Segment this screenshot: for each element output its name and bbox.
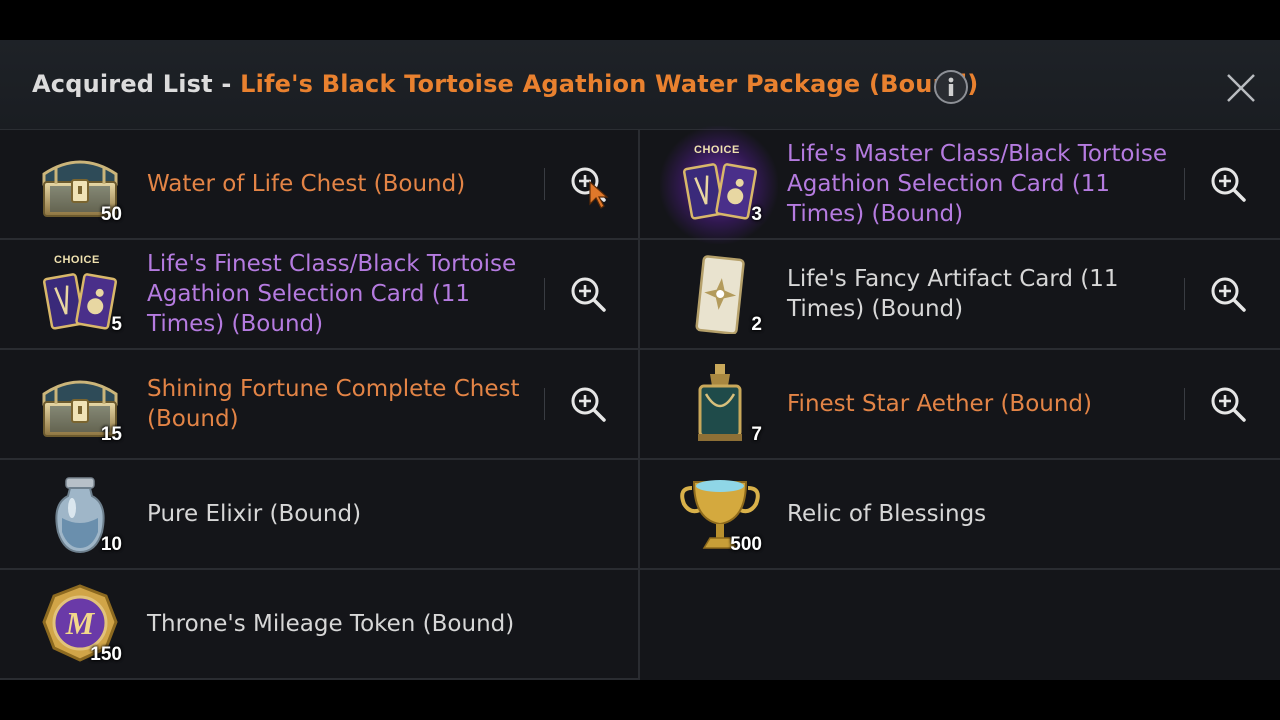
item-quantity: 15 bbox=[100, 424, 122, 445]
artifact-card-icon: 2 bbox=[676, 254, 764, 335]
list-item[interactable]: CHOICE 3 Life's Master Class/Black Tortois… bbox=[640, 126, 1280, 244]
package-name: Life's Black Tortoise Agathion Water Pac… bbox=[240, 70, 979, 98]
item-name: Relic of Blessings bbox=[787, 501, 987, 527]
item-grid: 50 Water of Life Chest (Bound) CHOICE 3 Lif… bbox=[0, 126, 1280, 680]
zoom-in-icon[interactable] bbox=[568, 274, 608, 314]
list-item[interactable]: CHOICE 5 Life's Finest Class/Black Tortois… bbox=[0, 240, 638, 350]
choice-badge: CHOICE bbox=[694, 144, 740, 156]
item-name: Life's Master Class/Black Tortoise Agathi… bbox=[787, 141, 1168, 227]
item-quantity: 500 bbox=[730, 534, 762, 555]
title-prefix: Acquired List - bbox=[32, 70, 241, 98]
zoom-in-icon[interactable] bbox=[568, 384, 608, 424]
elixir-icon: 10 bbox=[36, 474, 124, 555]
info-icon[interactable] bbox=[933, 69, 969, 105]
list-item[interactable]: 50 Water of Life Chest (Bound) bbox=[0, 130, 638, 240]
chest-icon: 50 bbox=[36, 144, 124, 225]
page-title: Acquired List - Life's Black Tortoise Ag… bbox=[32, 70, 978, 98]
trophy-icon: 500 bbox=[676, 474, 764, 555]
zoom-in-icon[interactable] bbox=[1208, 274, 1248, 314]
svg-text:M: M bbox=[65, 605, 96, 641]
item-name: Water of Life Chest (Bound) bbox=[147, 171, 466, 197]
vertical-separator bbox=[544, 278, 545, 310]
list-item[interactable]: 10 Pure Elixir (Bound) bbox=[0, 460, 638, 570]
mouse-cursor-icon bbox=[589, 180, 609, 209]
item-quantity: 5 bbox=[111, 314, 122, 335]
item-name: Life's Finest Class/Black Tortoise Agathi… bbox=[147, 251, 517, 337]
vertical-separator bbox=[544, 168, 545, 200]
mileage-token-icon: M 150 bbox=[36, 584, 124, 665]
item-name: Throne's Mileage Token (Bound) bbox=[147, 611, 515, 637]
item-name: Pure Elixir (Bound) bbox=[147, 501, 362, 527]
item-quantity: 3 bbox=[751, 204, 762, 225]
item-name: Shining Fortune Complete Chest (Bound) bbox=[147, 376, 520, 432]
item-quantity: 50 bbox=[100, 204, 122, 225]
zoom-in-icon[interactable] bbox=[1208, 384, 1248, 424]
vertical-separator bbox=[544, 388, 545, 420]
vertical-separator bbox=[1184, 388, 1185, 420]
item-name: Finest Star Aether (Bound) bbox=[787, 391, 1093, 417]
item-quantity: 150 bbox=[90, 644, 122, 665]
item-name: Life's Fancy Artifact Card (11 Times) (Bo… bbox=[787, 266, 1119, 322]
list-item[interactable]: 15 Shining Fortune Complete Chest (Bound) bbox=[0, 350, 638, 460]
list-item[interactable]: 7 Finest Star Aether (Bound) bbox=[640, 350, 1280, 460]
item-quantity: 10 bbox=[100, 534, 122, 555]
vertical-separator bbox=[1184, 168, 1185, 200]
aether-bottle-icon: 7 bbox=[676, 364, 764, 445]
choice-card-icon: CHOICE 3 bbox=[676, 144, 764, 225]
list-item[interactable]: 500 Relic of Blessings bbox=[640, 460, 1280, 570]
list-item[interactable]: 2 Life's Fancy Artifact Card (11 Times) (B… bbox=[640, 240, 1280, 350]
choice-badge: CHOICE bbox=[54, 254, 100, 266]
close-icon[interactable] bbox=[1222, 69, 1260, 107]
chest-icon: 15 bbox=[36, 364, 124, 445]
vertical-separator bbox=[1184, 278, 1185, 310]
zoom-in-icon[interactable] bbox=[1208, 164, 1248, 204]
header-bar: Acquired List - Life's Black Tortoise Ag… bbox=[0, 40, 1280, 130]
choice-card-icon: CHOICE 5 bbox=[36, 254, 124, 335]
item-quantity: 2 bbox=[751, 314, 762, 335]
item-quantity: 7 bbox=[751, 424, 762, 445]
list-item[interactable]: M 150 Throne's Mileage Token (Bound) bbox=[0, 570, 638, 680]
acquired-list-panel: Acquired List - Life's Black Tortoise Ag… bbox=[0, 40, 1280, 680]
